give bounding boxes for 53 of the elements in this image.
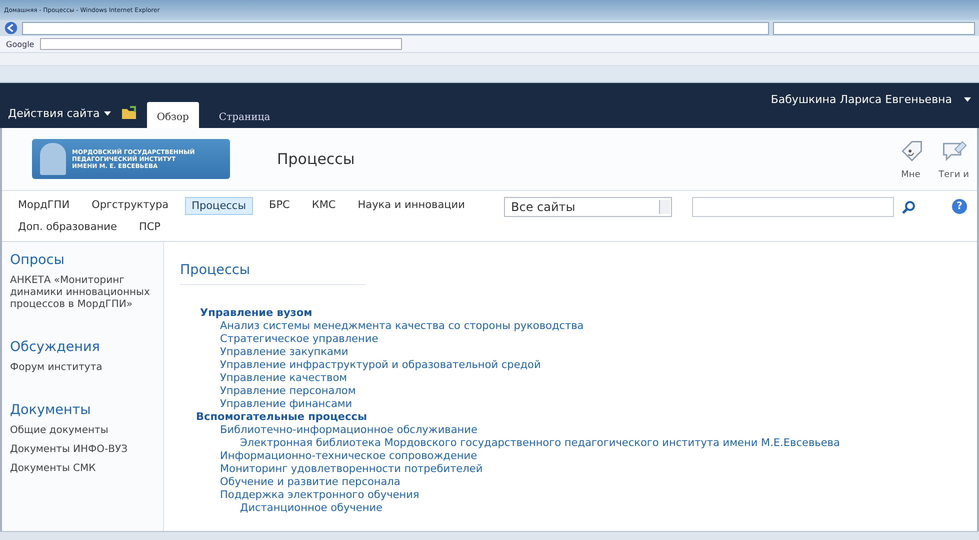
- user-menu[interactable]: Бабушкина Лариса Евгеньевна: [764, 92, 958, 107]
- process-link[interactable]: Анализ системы менеджмента качества со стороны руководства: [220, 320, 584, 333]
- help-button[interactable]: ?: [952, 199, 967, 214]
- top-nav-link[interactable]: КМС: [306, 197, 342, 215]
- folder-icon[interactable]: [120, 106, 137, 120]
- sidebar-link[interactable]: Общие документы: [10, 425, 155, 437]
- search-scope-dropdown[interactable]: Все сайты: [504, 197, 672, 217]
- top-nav-link[interactable]: Доп. образование: [12, 219, 123, 235]
- process-link[interactable]: Управление качеством: [220, 372, 348, 385]
- sidebar-heading[interactable]: Опросы: [10, 252, 155, 268]
- ribbon-tab[interactable]: Страница: [208, 106, 280, 128]
- top-nav-link[interactable]: БРС: [263, 197, 296, 215]
- caret-icon[interactable]: [964, 97, 971, 102]
- browser-search-field[interactable]: [773, 22, 975, 34]
- search-icon[interactable]: [902, 200, 916, 214]
- process-link[interactable]: Управление финансами: [220, 398, 352, 411]
- process-link[interactable]: Электронная библиотека Мордовского государственного педагогического института имени М.Е.Евсевьева: [240, 437, 840, 450]
- process-link[interactable]: Управление закупками: [220, 346, 348, 359]
- process-link[interactable]: Поддержка электронного обучения: [220, 489, 420, 502]
- google-label: Google: [6, 40, 34, 48]
- social-action-button[interactable]: Теги и: [938, 138, 969, 180]
- top-nav-link[interactable]: Процессы: [184, 197, 253, 215]
- top-nav-link[interactable]: Оргструктура: [86, 197, 175, 215]
- process-link[interactable]: Обучение и развитие персонала: [220, 476, 400, 489]
- sidebar-heading[interactable]: Обсуждения: [10, 339, 155, 355]
- process-link[interactable]: Управление персоналом: [220, 385, 356, 398]
- process-link[interactable]: Библиотечно-информационное обслуживание: [220, 424, 478, 437]
- portrait-placeholder: [40, 143, 66, 175]
- sidebar-link[interactable]: Документы СМК: [10, 463, 155, 475]
- social-action-button[interactable]: Мне: [896, 138, 925, 180]
- sidebar-link[interactable]: АНКЕТА «Мониторинг динамики инновационных процессов в МордГПИ»: [10, 275, 155, 311]
- process-group-link[interactable]: Управление вузом: [200, 307, 312, 320]
- page-title: Процессы: [277, 150, 355, 168]
- back-button[interactable]: [4, 21, 18, 35]
- sidebar-link[interactable]: Форум института: [10, 362, 155, 374]
- top-nav-link[interactable]: Наука и инновации: [352, 197, 471, 215]
- sidebar-link[interactable]: Документы ИНФО-ВУЗ: [10, 444, 155, 456]
- process-link[interactable]: Информационно-техническое сопровождение: [220, 450, 478, 463]
- process-group-link[interactable]: Вспомогательные процессы: [196, 411, 367, 424]
- site-actions-menu[interactable]: Действия сайта: [8, 107, 100, 128]
- top-nav-link[interactable]: ПСР: [132, 219, 167, 235]
- site-search-field[interactable]: [692, 197, 894, 217]
- sidebar-heading[interactable]: Документы: [10, 402, 155, 418]
- caret-icon[interactable]: [104, 111, 111, 116]
- process-link[interactable]: Мониторинг удовлетворенности потребителей: [220, 463, 483, 476]
- process-link[interactable]: Стратегическое управление: [220, 333, 378, 346]
- process-link[interactable]: Дистанционное обучение: [240, 502, 382, 515]
- ribbon-tab[interactable]: Обзор: [146, 102, 199, 128]
- top-nav-link[interactable]: МордГПИ: [12, 197, 76, 215]
- process-link[interactable]: Управление инфраструктурой и образовательной средой: [220, 359, 541, 372]
- content-title: Процессы: [180, 262, 366, 285]
- url-field[interactable]: [22, 22, 769, 34]
- google-search-field[interactable]: [40, 38, 402, 50]
